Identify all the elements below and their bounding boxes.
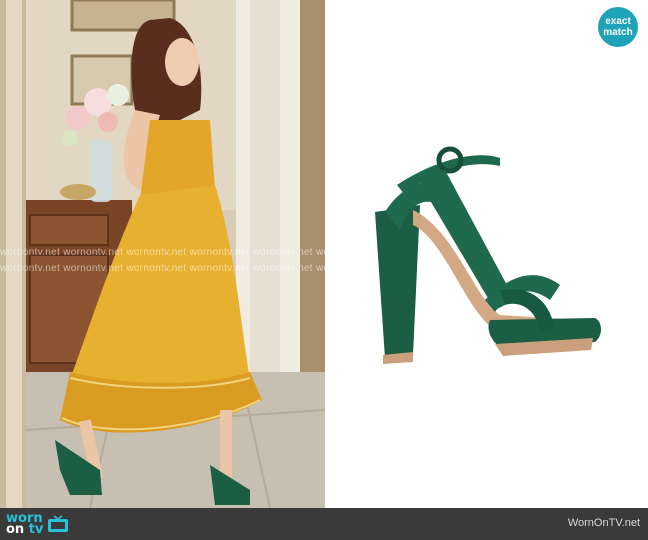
badge-line1: exact — [605, 16, 631, 27]
logo-word-tv: tv — [28, 522, 44, 537]
wornontv-logo[interactable]: worn on tv — [6, 511, 69, 537]
footer-bar: worn on tv WornOnTV.net — [0, 508, 648, 540]
watermark-row-2: wornontv.net wornontv.net wornontv.net w… — [0, 263, 345, 274]
logo-text: worn on tv — [6, 512, 44, 537]
logo-word-on: on — [6, 522, 25, 537]
watermark-row-1: wornontv.net wornontv.net wornontv.net w… — [0, 247, 345, 258]
badge-line2: match — [603, 27, 633, 38]
tv-icon — [48, 515, 69, 532]
footer-site-name: WornOnTV.net — [567, 517, 640, 529]
exact-match-badge: exact match — [598, 7, 638, 47]
